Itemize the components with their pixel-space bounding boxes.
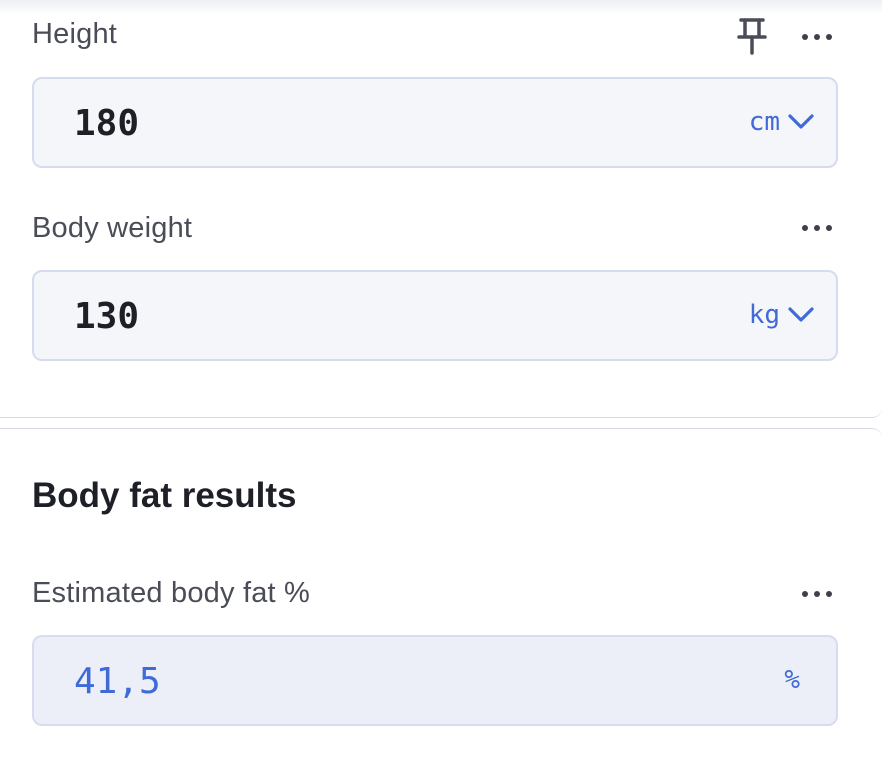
top-shadow: [0, 0, 882, 14]
weight-label: Body weight: [32, 212, 193, 244]
weight-unit-select[interactable]: kg: [749, 300, 814, 330]
height-label: Height: [32, 18, 118, 50]
height-more-icon[interactable]: [802, 32, 832, 42]
pin-icon[interactable]: [735, 16, 769, 56]
weight-unit-label: kg: [748, 300, 780, 330]
body-fat-more-icon[interactable]: [802, 589, 832, 599]
inputs-card: Height 180 cm Body weight 130 kg: [0, 0, 882, 418]
chevron-down-icon: [788, 307, 814, 322]
body-fat-result-field: 41,5 %: [32, 635, 838, 726]
weight-input[interactable]: 130 kg: [32, 270, 838, 361]
body-fat-unit-label: %: [784, 665, 800, 695]
body-fat-value: 41,5: [74, 661, 161, 702]
height-input[interactable]: 180 cm: [32, 77, 838, 168]
results-title: Body fat results: [32, 476, 297, 515]
height-value[interactable]: 180: [74, 103, 139, 144]
body-fat-label: Estimated body fat %: [32, 577, 311, 609]
height-unit-select[interactable]: cm: [749, 107, 814, 137]
weight-value[interactable]: 130: [74, 296, 139, 337]
chevron-down-icon: [788, 114, 814, 129]
weight-more-icon[interactable]: [802, 223, 832, 233]
calculator-panel: Height 180 cm Body weight 130 kg Body fa…: [0, 0, 882, 760]
height-unit-label: cm: [748, 107, 780, 137]
body-fat-unit: %: [784, 665, 800, 695]
